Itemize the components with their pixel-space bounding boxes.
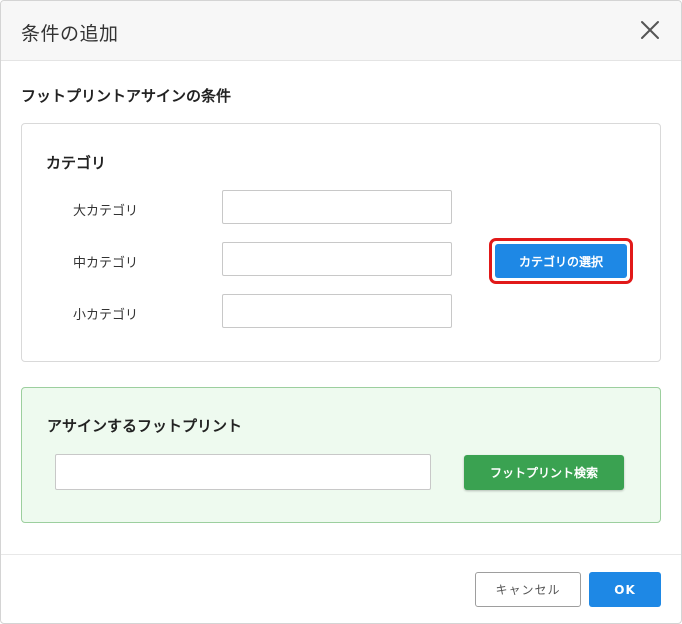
footprint-input[interactable] bbox=[55, 454, 431, 490]
ok-button[interactable]: OK bbox=[589, 572, 661, 607]
select-button-highlight: カテゴリの選択 bbox=[489, 238, 633, 284]
category-heading: カテゴリ bbox=[46, 154, 107, 172]
dialog-header: 条件の追加 bbox=[1, 1, 681, 61]
medium-category-input[interactable] bbox=[222, 242, 452, 276]
dialog-title: 条件の追加 bbox=[21, 23, 119, 45]
small-category-label: 小カテゴリ bbox=[73, 308, 139, 323]
cancel-button[interactable]: キャンセル bbox=[475, 572, 581, 607]
footprint-heading: アサインするフットプリント bbox=[47, 417, 243, 435]
close-icon bbox=[641, 21, 659, 39]
large-category-label: 大カテゴリ bbox=[73, 204, 139, 219]
add-condition-dialog: 条件の追加 フットプリントアサインの条件 カテゴリ 大カテゴリ 中カテゴリ 小カ… bbox=[0, 0, 682, 624]
close-button[interactable] bbox=[637, 17, 663, 43]
medium-category-label: 中カテゴリ bbox=[73, 256, 139, 271]
large-category-input[interactable] bbox=[222, 190, 452, 224]
section-title: フットプリントアサインの条件 bbox=[21, 87, 232, 105]
select-category-button[interactable]: カテゴリの選択 bbox=[495, 244, 627, 278]
footprint-search-button[interactable]: フットプリント検索 bbox=[464, 455, 624, 490]
footprint-panel: アサインするフットプリント フットプリント検索 bbox=[21, 387, 661, 523]
footer-divider bbox=[1, 554, 681, 555]
small-category-input[interactable] bbox=[222, 294, 452, 328]
category-panel: カテゴリ 大カテゴリ 中カテゴリ 小カテゴリ カテゴリの選択 bbox=[21, 123, 661, 362]
